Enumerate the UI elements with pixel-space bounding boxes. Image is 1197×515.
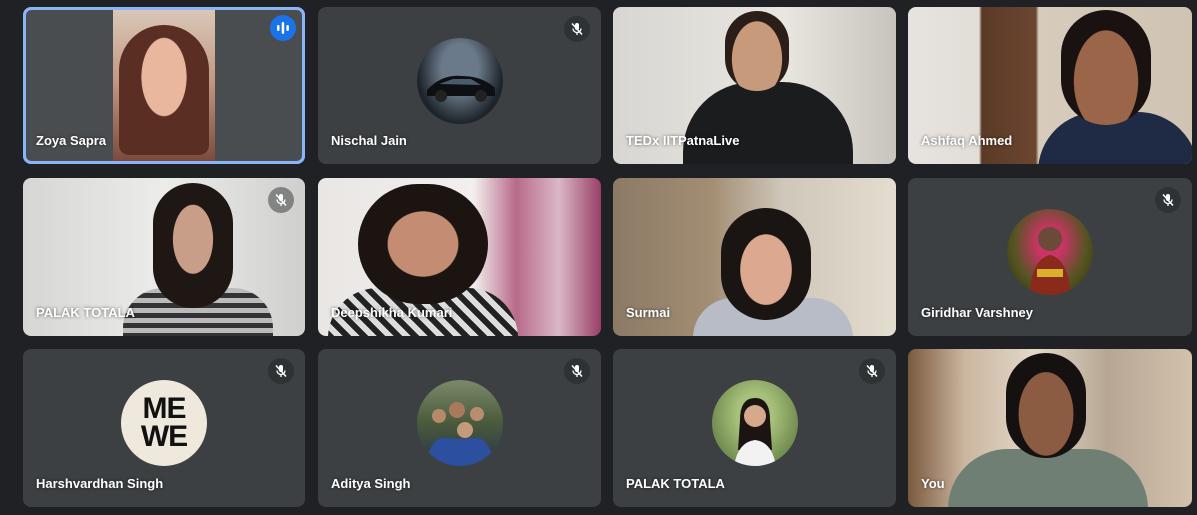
participant-name: Nischal Jain — [331, 133, 407, 148]
mic-off-icon — [268, 358, 294, 384]
video-feed-face — [1006, 353, 1086, 458]
video-feed-face — [358, 184, 488, 304]
participant-name: You — [921, 476, 945, 491]
participant-tile-giridhar-varshney[interactable]: Giridhar Varshney — [908, 178, 1192, 336]
participant-name: PALAK TOTALA — [36, 305, 135, 320]
participant-tile-aditya-singh[interactable]: Aditya Singh — [318, 349, 601, 507]
participant-tile-you[interactable]: You — [908, 349, 1192, 507]
participant-tile-zoya-sapra[interactable]: Zoya Sapra — [23, 7, 305, 164]
video-feed-face — [721, 208, 811, 320]
participant-name: Harshvardhan Singh — [36, 476, 164, 491]
participant-tile-harshvardhan-singh[interactable]: ME WE Harshvardhan Singh — [23, 349, 305, 507]
car-avatar-icon — [416, 37, 503, 124]
logo-text-me: ME — [142, 392, 187, 425]
participant-name: Deepshikha Kumari — [331, 305, 453, 320]
me-we-logo-icon: ME WE — [121, 380, 207, 466]
participant-tile-tedx-iitpatnalive[interactable]: TEDx IITPatnaLive — [613, 7, 896, 164]
group-photo-avatar-icon — [416, 380, 503, 466]
participant-name: Giridhar Varshney — [921, 305, 1033, 320]
video-feed-face — [1061, 10, 1151, 125]
video-feed-hair — [119, 25, 209, 155]
logo-text-we: WE — [140, 420, 188, 453]
participant-tile-palak-totala[interactable]: PALAK TOTALA — [23, 178, 305, 336]
participant-tile-surmai[interactable]: Surmai — [613, 178, 896, 336]
speaking-indicator-icon — [270, 15, 296, 41]
participant-tile-palak-totala-2[interactable]: PALAK TOTALA — [613, 349, 896, 507]
participant-name: Zoya Sapra — [36, 133, 107, 148]
participant-name: Surmai — [626, 305, 671, 320]
mic-off-icon — [268, 187, 294, 213]
mic-off-icon — [859, 358, 885, 384]
participant-tile-nischal-jain[interactable]: Nischal Jain — [318, 7, 601, 164]
mic-off-icon — [1155, 187, 1181, 213]
participant-name: Aditya Singh — [331, 476, 411, 491]
participant-name: Ashfaq Ahmed — [921, 133, 1013, 148]
video-feed-face — [153, 183, 233, 308]
video-feed — [683, 82, 853, 164]
participant-tile-deepshikha-kumari[interactable]: Deepshikha Kumari — [318, 178, 601, 336]
person-avatar-icon — [1007, 209, 1093, 295]
person-avatar-icon — [711, 380, 798, 466]
participant-name: PALAK TOTALA — [626, 476, 725, 491]
participant-tile-ashfaq-ahmed[interactable]: Ashfaq Ahmed — [908, 7, 1192, 164]
participant-name: TEDx IITPatnaLive — [626, 133, 740, 148]
mic-off-icon — [564, 16, 590, 42]
video-feed-face — [725, 11, 789, 91]
mic-off-icon — [564, 358, 590, 384]
